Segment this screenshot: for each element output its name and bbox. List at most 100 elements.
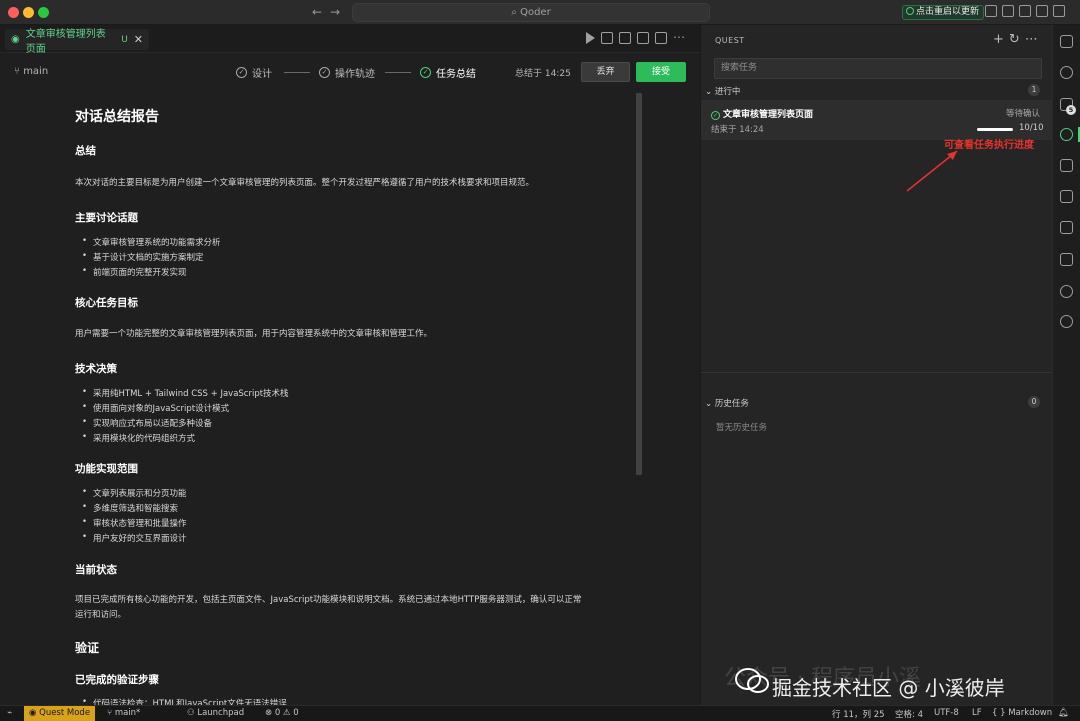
- task-card[interactable]: ✓ 文章审核管理列表页面 等待确认 结束于 14:24 10/10: [701, 100, 1053, 140]
- run-icon[interactable]: [586, 32, 595, 44]
- step-summary[interactable]: ✓ 任务总结: [420, 65, 476, 80]
- check-circle-icon: ✓: [711, 111, 720, 120]
- history-empty-text: 暂无历史任务: [716, 423, 768, 433]
- more-icon[interactable]: ⋯: [1025, 32, 1043, 47]
- section-heading-status: 当前状态: [75, 564, 117, 576]
- preview-icon[interactable]: [601, 32, 613, 44]
- line-ending[interactable]: LF: [972, 708, 982, 718]
- add-icon[interactable]: +: [993, 32, 1009, 47]
- list-item: 代码语法检查：HTML和JavaScript文件无语法错误: [82, 697, 287, 705]
- check-circle-icon: ✓: [236, 67, 247, 78]
- in-progress-section-header[interactable]: ⌄ 进行中: [705, 85, 740, 97]
- remote-icon[interactable]: ⌁: [7, 708, 12, 718]
- cursor-position[interactable]: 行 11，列 25: [832, 708, 885, 720]
- quest-header: QUEST: [715, 36, 745, 45]
- section-label: 进行中: [714, 87, 741, 97]
- explorer-icon[interactable]: [1060, 35, 1073, 48]
- source-control-badge: 5: [1066, 105, 1076, 115]
- quest-mode-icon: ◉: [29, 708, 40, 718]
- list-item: 实现响应式布局以适配多种设备: [82, 417, 212, 429]
- toggle-sidebar-icon[interactable]: [1002, 5, 1014, 17]
- launchpad[interactable]: ⚇ Launchpad: [187, 708, 244, 718]
- list-item: 采用纯HTML + Tailwind CSS + JavaScript技术栈: [82, 387, 289, 399]
- restart-update-button[interactable]: 点击重启以更新: [902, 5, 985, 20]
- quest-mode-indicator[interactable]: ◉ Quest Mode: [24, 706, 96, 721]
- list-item: 多维度筛选和智能搜索: [82, 502, 178, 514]
- task-search-input[interactable]: 搜索任务: [714, 58, 1042, 79]
- accept-button[interactable]: 接受: [636, 62, 686, 82]
- minimize-window-button[interactable]: [23, 7, 34, 18]
- task-title-text: 文章审核管理列表页面: [723, 110, 814, 120]
- step-trace[interactable]: ✓ 操作轨迹: [319, 65, 375, 80]
- indentation[interactable]: 空格: 4: [895, 708, 923, 720]
- nav-arrows[interactable]: ←→: [312, 5, 348, 19]
- history-icon[interactable]: [1060, 315, 1073, 328]
- quest-icon[interactable]: [1060, 128, 1073, 141]
- launchpad-icon: ⚇: [187, 708, 198, 718]
- run-debug-icon[interactable]: [1060, 190, 1073, 203]
- section-divider: [701, 372, 1053, 373]
- activity-bar: 5: [1052, 25, 1080, 705]
- status-paragraph-line1: 项目已完成所有核心功能的开发，包括主页面文件、JavaScript功能模块和说明…: [75, 595, 582, 605]
- maximize-window-button[interactable]: [38, 7, 49, 18]
- step-design[interactable]: ✓ 设计: [236, 65, 272, 80]
- remote-explorer-icon[interactable]: [1060, 221, 1073, 234]
- quest-steps-bar: ⑂ main ✓ 设计 ✓ 操作轨迹 ✓ 任务总结 总结于 14:25 丢弃 接受: [0, 53, 700, 93]
- account-icon[interactable]: [1053, 5, 1065, 17]
- section-label: 历史任务: [714, 399, 749, 409]
- goal-paragraph: 用户需要一个功能完整的文章审核管理列表页面，用于内容管理系统中的文章审核和管理工…: [75, 329, 433, 339]
- encoding[interactable]: UTF-8: [934, 708, 959, 718]
- tab-untracked-badge: U: [121, 34, 128, 45]
- status-bar: ⌁ ◉ Quest Mode ⑂ main* ⚇ Launchpad ⊗ 0 ⚠…: [0, 705, 1080, 721]
- task-progress-text: 10/10: [1019, 123, 1044, 133]
- branch-indicator[interactable]: ⑂ main: [14, 66, 48, 77]
- search-icon[interactable]: [1060, 66, 1073, 79]
- close-window-button[interactable]: [8, 7, 19, 18]
- task-progress-bar: [977, 128, 1013, 131]
- list-item: 文章审核管理系统的功能需求分析: [82, 236, 220, 248]
- branch-name: main: [23, 66, 49, 77]
- launchpad-label: Launchpad: [197, 708, 245, 718]
- language-mode[interactable]: { } Markdown: [992, 708, 1052, 718]
- split-editor-icon[interactable]: [655, 32, 667, 44]
- compare-icon[interactable]: [637, 32, 649, 44]
- task-ended-time: 结束于 14:24: [711, 125, 764, 135]
- update-label: 点击重启以更新: [916, 7, 980, 17]
- task-progress-fill: [977, 128, 1013, 131]
- watermark: 掘金技术社区 @ 小溪彼岸: [772, 676, 1005, 700]
- discard-button[interactable]: 丢弃: [581, 62, 630, 82]
- timeline-icon[interactable]: [1060, 285, 1073, 298]
- step-label: 设计: [252, 69, 272, 80]
- notifications-icon[interactable]: 🔔︎: [1058, 708, 1069, 718]
- list-item: 用户友好的交互界面设计: [82, 532, 186, 544]
- branch-icon: ⑂: [14, 66, 24, 77]
- command-search[interactable]: ⌕ Qoder: [352, 3, 710, 22]
- more-actions-icon[interactable]: ⋯: [673, 31, 685, 44]
- summary-report: 对话总结报告 总结 本次对话的主要目标是为用户创建一个文章审核管理的列表页面。整…: [0, 93, 700, 705]
- problems-indicator[interactable]: ⊗ 0 ⚠ 0: [265, 708, 299, 718]
- toggle-secondary-sidebar-icon[interactable]: [1036, 5, 1048, 17]
- scrollbar[interactable]: [636, 93, 642, 475]
- update-icon: [906, 7, 914, 15]
- layout-controls: [985, 5, 1065, 17]
- chevron-down-icon: ⌄: [705, 87, 715, 97]
- section-heading-goal: 核心任务目标: [75, 297, 138, 309]
- quest-panel: QUEST +↻⋯ 搜索任务 ⌄ 进行中 1 ✓ 文章审核管理列表页面 等待确认 …: [700, 25, 1053, 705]
- list-item: 文章列表展示和分页功能: [82, 487, 186, 499]
- history-section-header[interactable]: ⌄ 历史任务: [705, 397, 749, 409]
- step-label: 任务总结: [436, 69, 476, 80]
- in-progress-count: 1: [1028, 84, 1040, 96]
- toggle-panel-icon[interactable]: [1019, 5, 1031, 17]
- list-item: 审核状态管理和批量操作: [82, 517, 186, 529]
- close-icon[interactable]: ✕: [134, 33, 143, 46]
- quest-tab-icon: ◉: [11, 34, 20, 45]
- step-connector: [385, 72, 411, 73]
- layout-icon[interactable]: [985, 5, 997, 17]
- list-item: 前端页面的完整开发实现: [82, 266, 186, 278]
- copy-icon[interactable]: [619, 32, 631, 44]
- branch-status[interactable]: ⑂ main*: [107, 708, 140, 718]
- tab-quest-report[interactable]: ◉ 文章审核管理列表页面 U ✕: [5, 29, 149, 55]
- extensions-grid-icon[interactable]: [1060, 253, 1073, 266]
- refresh-icon[interactable]: ↻: [1009, 32, 1025, 47]
- extensions-icon[interactable]: [1060, 159, 1073, 172]
